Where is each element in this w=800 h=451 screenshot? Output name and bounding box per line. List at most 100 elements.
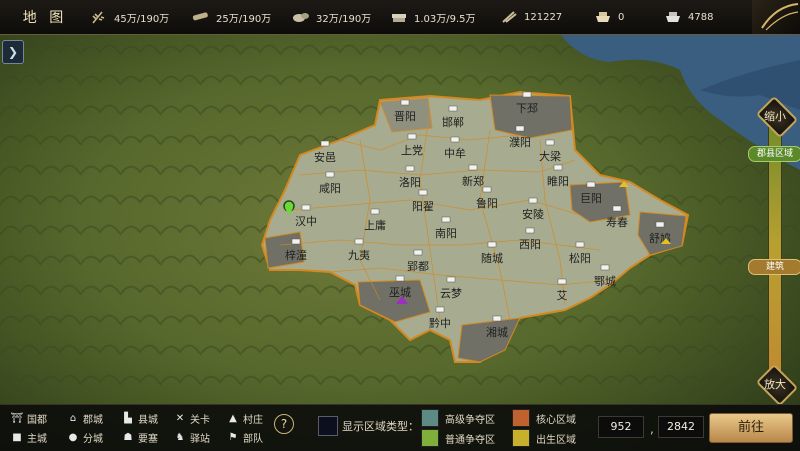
city-icon	[407, 133, 417, 140]
troop-icon: ⚑	[228, 432, 238, 443]
city-icon	[395, 275, 405, 282]
goto-button[interactable]: 前往	[709, 413, 793, 443]
zoom-level-building[interactable]: 建筑	[748, 259, 800, 275]
legend-branch-city: ● 分城	[66, 430, 103, 445]
city-icon	[370, 208, 380, 215]
capital-icon: ⛩	[10, 413, 24, 424]
map-region-label[interactable]: 九夷	[348, 249, 370, 262]
map-region-label[interactable]: 安邑	[314, 150, 336, 164]
zoom-in-label: 放大	[764, 378, 786, 391]
legend-troop: ⚑ 部队	[226, 430, 263, 445]
help-button[interactable]: ?	[274, 414, 294, 434]
resource-silver: 4788	[664, 10, 724, 24]
city-icon	[450, 136, 460, 143]
map-region-label[interactable]: 汉中	[295, 215, 317, 228]
map-region-label[interactable]: 巫城	[389, 286, 411, 299]
map-region-label[interactable]: 鄂城	[594, 275, 616, 288]
map-region-label[interactable]: 南阳	[435, 227, 457, 240]
map-region-label[interactable]: 巨阳	[580, 192, 602, 205]
wood-icon	[192, 10, 210, 24]
world-map[interactable]: 晋阳 邯郸 下邳安邑 上党 中牟 濮阳大梁咸阳 洛阳 新郑 睢阳巨阳阳翟 鲁阳安陵汉中 上庸南阳 寿春…	[0, 0, 800, 450]
city-icon	[448, 105, 458, 112]
map-region-label[interactable]: 西阳	[519, 238, 541, 251]
map-region-label[interactable]: 中牟	[444, 146, 466, 160]
legend-county: ▙ 县城	[121, 411, 158, 426]
legend-capital: ⛩ 国都	[10, 413, 47, 426]
map-region-label[interactable]: 安陵	[522, 207, 544, 221]
city-icon	[655, 221, 665, 228]
zone-swatch-core	[512, 409, 530, 427]
map-region-label[interactable]: 上党	[401, 144, 423, 157]
map-region-label[interactable]: 郢都	[407, 260, 429, 273]
legend-village: ▲ 村庄	[226, 411, 263, 426]
city-icon	[301, 204, 311, 211]
city-icon	[400, 99, 410, 106]
legend-pass: ✕ 关卡	[173, 411, 210, 426]
close-map-button[interactable]	[752, 0, 800, 34]
map-region-label[interactable]: 邯郸	[442, 115, 464, 129]
expand-panel-button[interactable]: ❯	[2, 40, 24, 64]
map-region-label[interactable]: 新郑	[462, 174, 484, 188]
wheat-icon	[90, 10, 108, 24]
pass-icon: ✕	[175, 413, 185, 424]
map-region-label[interactable]: 艾	[557, 289, 568, 302]
city-icon	[586, 181, 596, 188]
city-icon	[354, 238, 364, 245]
map-region-label[interactable]: 大梁	[539, 149, 561, 163]
legend-post-station: ♞ 驿站	[173, 430, 210, 445]
map-region-label[interactable]: 洛阳	[399, 175, 421, 189]
map-region-label[interactable]: 濮阳	[509, 135, 531, 149]
resource-gold: 0	[594, 10, 650, 24]
question-icon: ?	[280, 417, 288, 431]
city-icon	[612, 205, 622, 212]
city-icon	[492, 315, 502, 322]
city-icon	[557, 278, 567, 285]
city-icon	[525, 227, 535, 234]
map-region-label[interactable]: 阳翟	[412, 200, 434, 213]
city-icon	[515, 125, 525, 132]
silver-ingot-icon	[664, 10, 682, 24]
copper-coin-icon	[500, 10, 518, 24]
map-region-label[interactable]: 松阳	[569, 251, 591, 265]
map-region-label[interactable]: 寿春	[606, 215, 628, 229]
coord-x-input[interactable]: 952	[598, 416, 644, 438]
stone-icon	[292, 10, 310, 24]
coord-y-input[interactable]: 2842	[658, 416, 704, 438]
map-region-label[interactable]: 下邳	[516, 102, 538, 115]
village-icon: ▲	[229, 413, 237, 424]
resource-iron: 1.03万/9.5万	[390, 10, 486, 25]
legend-fortress: ☗ 要塞	[121, 430, 158, 445]
map-region-label[interactable]: 随城	[481, 251, 503, 265]
main-city-icon: ■	[12, 432, 22, 443]
zone-swatch-spawn	[512, 429, 530, 447]
resource-stone: 32万/190万	[292, 10, 376, 25]
city-icon	[468, 164, 478, 171]
map-region-label[interactable]: 黔中	[429, 316, 451, 330]
city-icon	[528, 197, 538, 204]
city-icon	[575, 241, 585, 248]
show-zone-type-label: 显示区域类型：	[342, 420, 419, 433]
resource-copper: 121227	[500, 10, 580, 24]
city-icon	[405, 165, 415, 172]
zoom-level-district[interactable]: 郡县区域	[748, 146, 800, 162]
city-icon	[418, 189, 428, 196]
city-icon	[600, 264, 610, 271]
legend-commandery: ⌂ 郡城	[66, 411, 103, 426]
map-region-label[interactable]: 上庸	[364, 218, 386, 232]
branch-city-icon: ●	[68, 432, 78, 443]
post-station-icon: ♞	[175, 432, 185, 443]
map-region-label[interactable]: 晋阳	[394, 110, 416, 123]
map-region-label[interactable]: 云梦	[440, 287, 462, 300]
map-region-label[interactable]: 湘城	[486, 325, 508, 339]
chevron-right-icon: ❯	[7, 45, 19, 59]
map-region-label[interactable]: 鲁阳	[476, 196, 498, 210]
county-icon: ▙	[124, 413, 132, 424]
resource-wood: 25万/190万	[192, 10, 278, 25]
resource-bar: 地 图 45万/190万 25万/190万 32万/190万 1.03万/9.5…	[0, 0, 800, 35]
fortress-icon: ☗	[123, 432, 133, 443]
map-region-label[interactable]: 梓潼	[285, 248, 307, 262]
map-region-label[interactable]: 睢阳	[547, 175, 569, 188]
coord-separator: ,	[650, 422, 654, 436]
show-zone-type-toggle[interactable]	[318, 416, 338, 436]
map-region-label[interactable]: 咸阳	[319, 182, 341, 195]
